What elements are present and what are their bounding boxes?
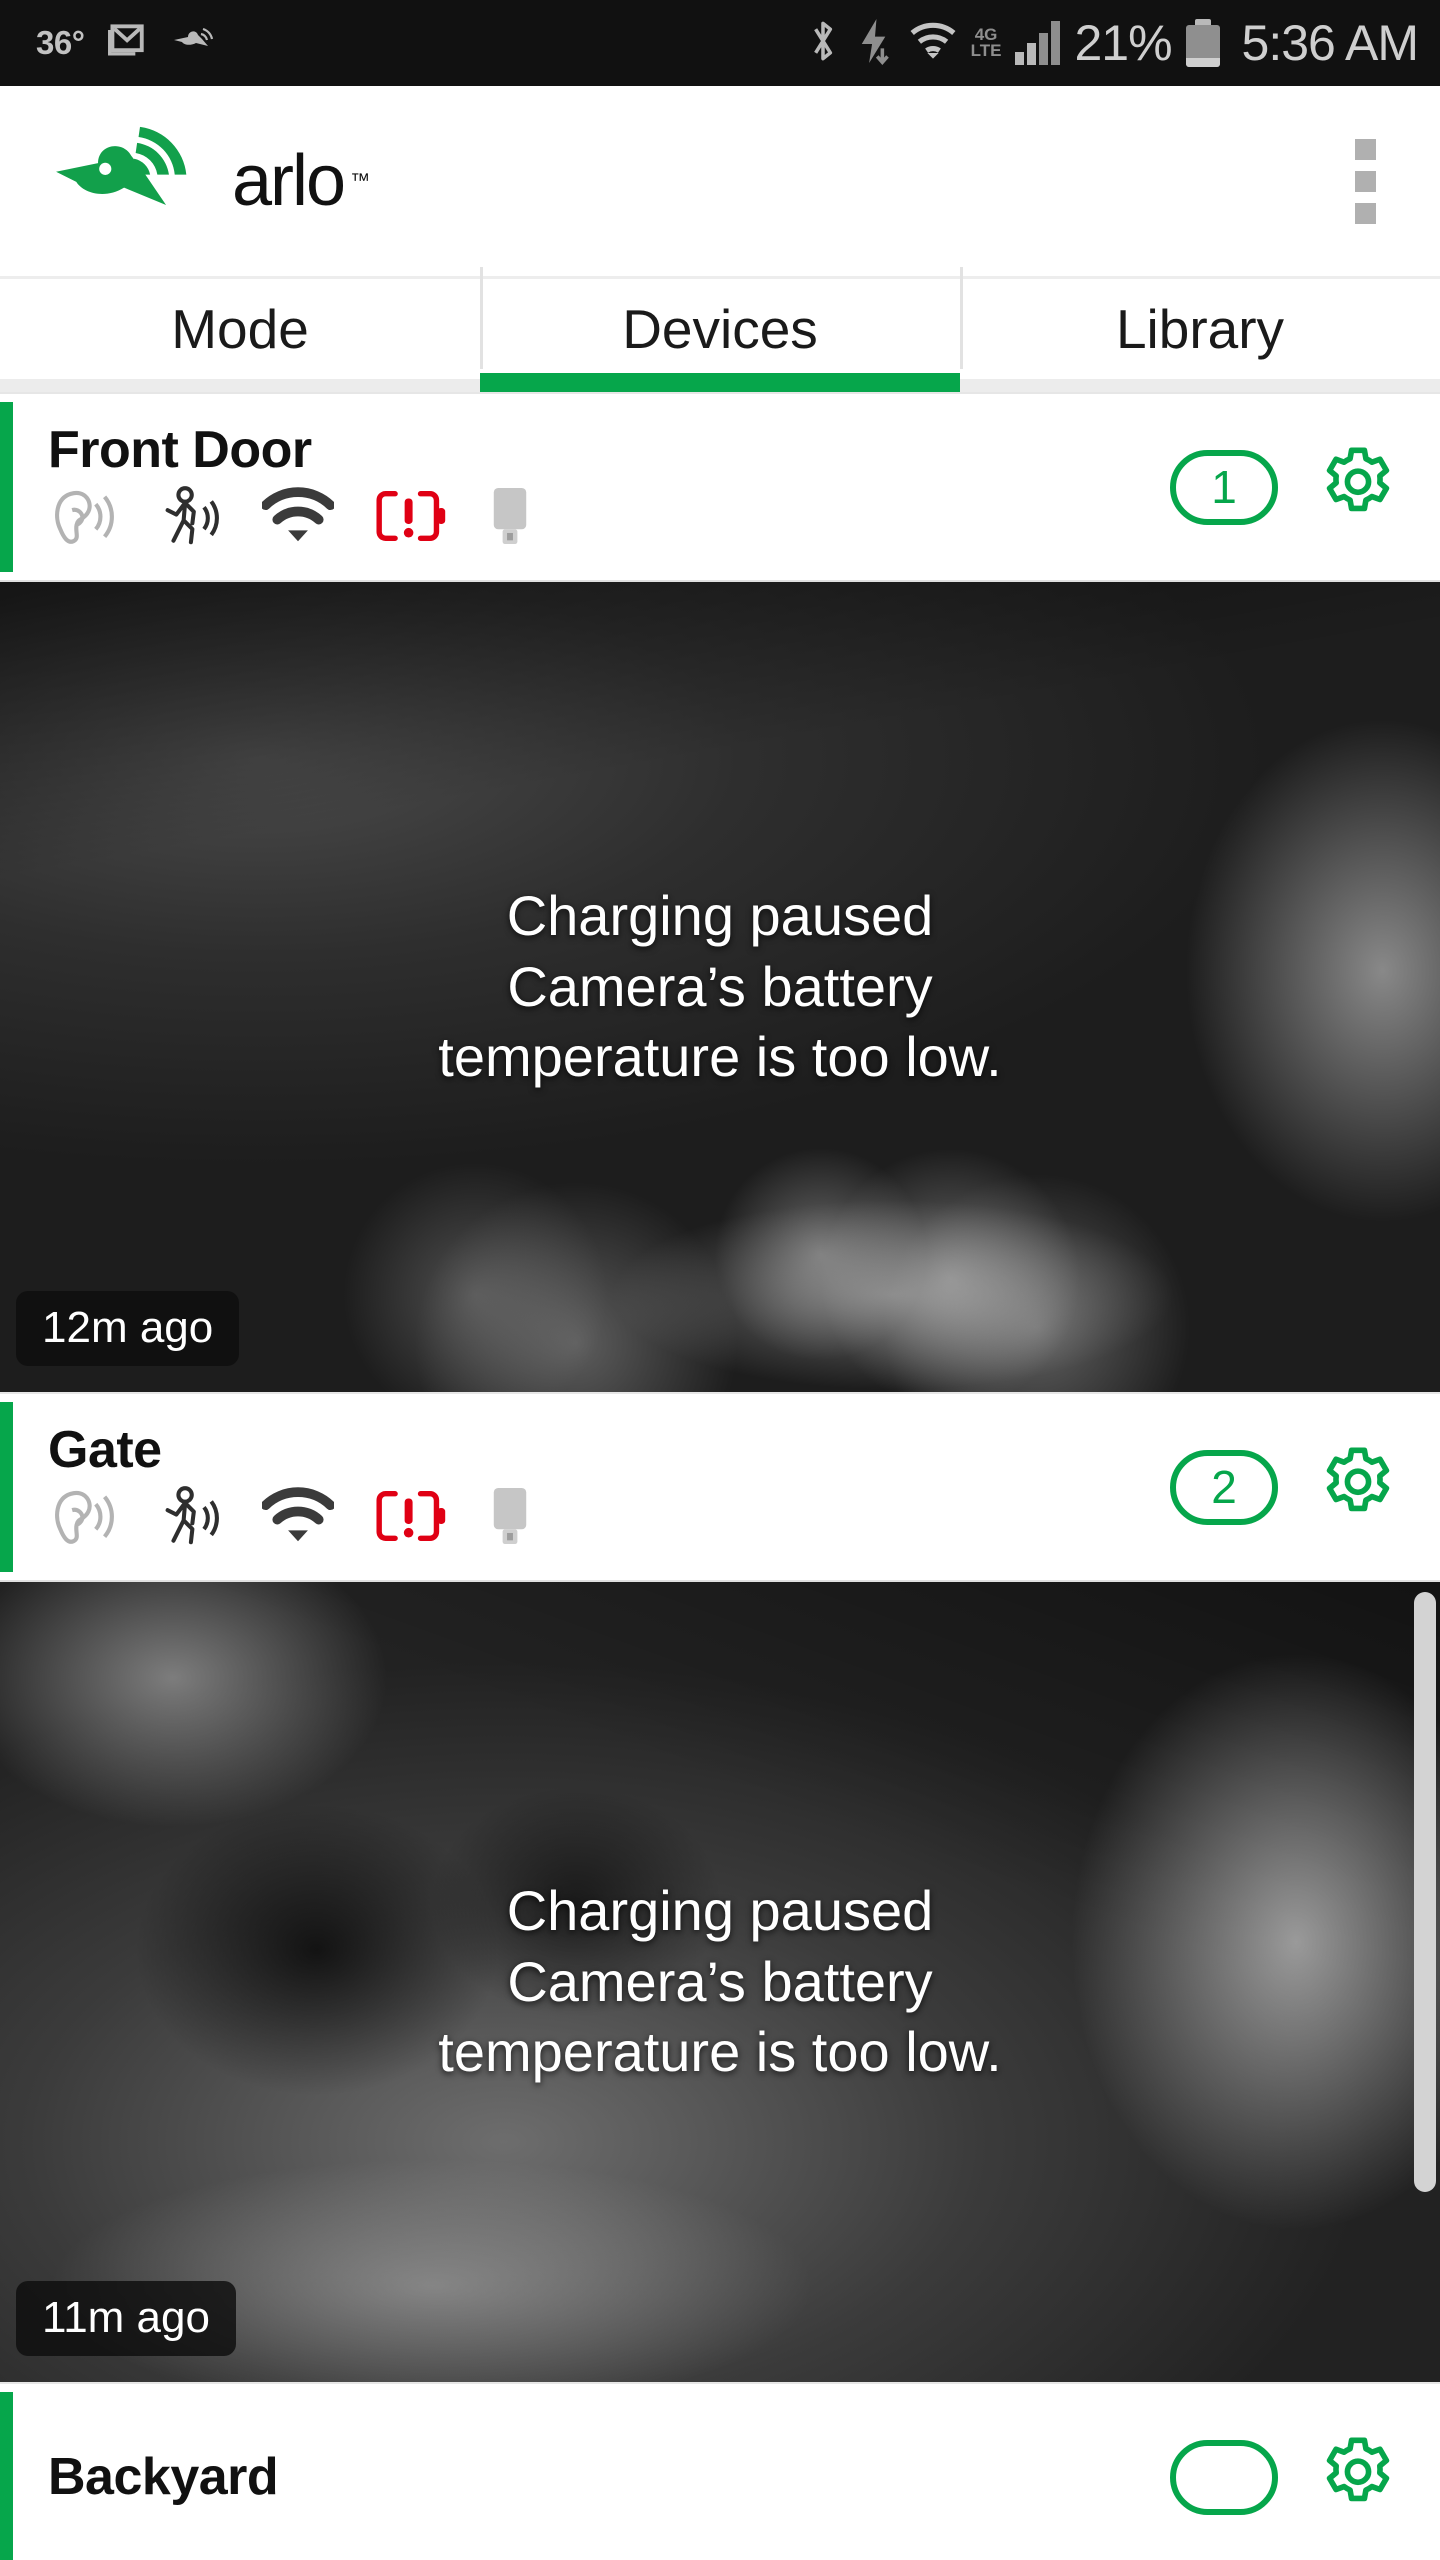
- status-message-line-3: temperature is too low.: [438, 2020, 1002, 2084]
- battery-icon: [1185, 19, 1220, 67]
- camera-header-right: 2: [1170, 1446, 1440, 1528]
- camera-status-message: Charging paused Camera’s battery tempera…: [0, 881, 1440, 1093]
- tab-library[interactable]: Library: [960, 267, 1440, 379]
- camera-indicator-group: [48, 1485, 532, 1551]
- status-message-line-1: Charging paused: [506, 1879, 934, 1943]
- tab-mode-label: Mode: [171, 298, 309, 360]
- battery-percent-label: 21%: [1074, 15, 1172, 71]
- gear-icon[interactable]: [1320, 2436, 1396, 2518]
- gear-icon[interactable]: [1320, 446, 1396, 528]
- wifi-signal-icon[interactable]: [260, 487, 336, 550]
- battery-alert-icon[interactable]: [376, 487, 446, 550]
- camera-status-accent-bar: [0, 402, 13, 572]
- status-bar-right-group: 4G LTE 21% 5:36 AM: [805, 14, 1419, 72]
- camera-name-label: Backyard: [48, 2447, 279, 2506]
- app-bar: arlo ™: [0, 86, 1440, 279]
- cellular-signal-icon: [1015, 21, 1061, 65]
- camera-name-label: Gate: [48, 1420, 162, 1479]
- camera-indicator-group: [48, 485, 532, 551]
- network-type-indicator: 4G LTE: [970, 26, 1002, 60]
- tab-devices[interactable]: Devices: [480, 267, 960, 395]
- wifi-signal-icon[interactable]: [260, 1487, 336, 1550]
- camera-index-badge[interactable]: 1: [1170, 449, 1278, 525]
- charging-bolt-icon: [855, 16, 895, 71]
- gear-icon[interactable]: [1320, 1446, 1396, 1528]
- overflow-dot-1: [1355, 138, 1376, 160]
- overflow-menu-button[interactable]: [1333, 125, 1398, 238]
- snapshot-timestamp-badge: 12m ago: [16, 1291, 240, 1366]
- camera-header-backyard[interactable]: Backyard: [0, 2382, 1440, 2560]
- camera-header-right: 1: [1170, 446, 1440, 528]
- camera-feed-gate[interactable]: Charging paused Camera’s battery tempera…: [0, 1582, 1440, 2382]
- arlo-bird-logo-icon: [52, 124, 228, 239]
- camera-header-gate[interactable]: Gate 2: [0, 1392, 1440, 1582]
- arlo-app-screen: 36° 4G LTE 21% 5:36 AM arlo ™ Mode Devic…: [0, 0, 1440, 2560]
- camera-index-badge[interactable]: [1170, 2439, 1278, 2515]
- camera-header-left: Gate: [0, 1423, 532, 1552]
- trademark-symbol: ™: [350, 169, 371, 192]
- camera-index-badge[interactable]: 2: [1170, 1449, 1278, 1525]
- arlo-wordmark: arlo: [232, 141, 346, 221]
- camera-header-left: Backyard: [0, 2447, 279, 2506]
- bluetooth-icon: [805, 16, 841, 71]
- camera-header-right: [1170, 2436, 1440, 2518]
- tab-bar: Mode Devices Library: [0, 267, 1440, 395]
- clock-label: 5:36 AM: [1241, 15, 1419, 71]
- android-status-bar: 36° 4G LTE 21% 5:36 AM: [0, 0, 1440, 86]
- status-message-line-2: Camera’s battery: [507, 1949, 933, 2013]
- status-message-line-1: Charging paused: [506, 884, 934, 948]
- audio-detection-icon[interactable]: [48, 1485, 114, 1552]
- overflow-dot-3: [1355, 202, 1376, 224]
- network-type-secondary: LTE: [970, 41, 1002, 60]
- tab-mode[interactable]: Mode: [0, 279, 480, 379]
- scrollbar-thumb[interactable]: [1414, 1592, 1436, 2192]
- camera-status-accent-bar: [0, 1402, 13, 1572]
- status-bar-left-group: 36°: [36, 19, 220, 68]
- wifi-icon: [909, 20, 957, 67]
- tab-devices-label: Devices: [622, 298, 818, 360]
- tab-library-label: Library: [1115, 298, 1285, 360]
- camera-feed-front-door[interactable]: Charging paused Camera’s battery tempera…: [0, 582, 1440, 1392]
- battery-alert-icon[interactable]: [376, 1487, 446, 1550]
- camera-status-accent-bar: [0, 2392, 13, 2560]
- overflow-dot-2: [1355, 170, 1376, 192]
- weather-temperature: 36°: [36, 24, 85, 61]
- camera-header-left: Front Door: [0, 423, 532, 552]
- usb-charger-icon[interactable]: [488, 1485, 532, 1552]
- motion-detection-icon[interactable]: [156, 485, 220, 552]
- camera-name-label: Front Door: [48, 420, 312, 479]
- camera-status-message: Charging paused Camera’s battery tempera…: [0, 1876, 1440, 2088]
- motion-detection-icon[interactable]: [156, 1485, 220, 1552]
- audio-detection-icon[interactable]: [48, 485, 114, 552]
- snapshot-timestamp-badge: 11m ago: [16, 2281, 236, 2356]
- usb-charger-icon[interactable]: [488, 485, 532, 552]
- arlo-bird-icon: [172, 21, 220, 66]
- status-message-line-2: Camera’s battery: [507, 954, 933, 1018]
- status-message-line-3: temperature is too low.: [438, 1025, 1002, 1089]
- arlo-logo: arlo ™: [52, 124, 370, 239]
- gmail-icon: [106, 19, 150, 68]
- camera-header-front-door[interactable]: Front Door 1: [0, 392, 1440, 582]
